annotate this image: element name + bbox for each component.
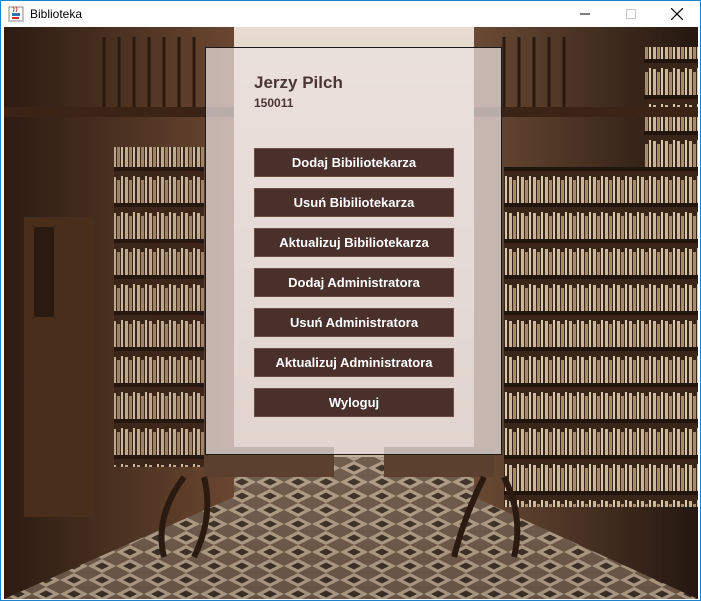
minimize-icon (580, 13, 590, 15)
update-administrator-button[interactable]: Aktualizuj Administratora (254, 348, 454, 377)
close-button[interactable] (654, 1, 700, 27)
window-title: Biblioteka (30, 7, 83, 21)
window-controls (562, 1, 700, 27)
title-bar[interactable]: Biblioteka (1, 1, 700, 27)
maximize-icon (626, 9, 636, 19)
content-area: Jerzy Pilch 150011 Dodaj Bibiliotekarza … (4, 27, 698, 599)
maximize-button[interactable] (608, 1, 654, 27)
user-id: 150011 (254, 96, 294, 110)
remove-administrator-button[interactable]: Usuń Administratora (254, 308, 454, 337)
java-cup-icon (8, 6, 24, 22)
logout-button[interactable]: Wyloguj (254, 388, 454, 417)
admin-menu-panel: Jerzy Pilch 150011 Dodaj Bibiliotekarza … (205, 47, 502, 455)
minimize-button[interactable] (562, 1, 608, 27)
update-librarian-button[interactable]: Aktualizuj Bibiliotekarza (254, 228, 454, 257)
app-window: Biblioteka Jerzy Pilch 150011 Dodaj Bibi… (0, 0, 701, 601)
remove-librarian-button[interactable]: Usuń Bibiliotekarza (254, 188, 454, 217)
user-name: Jerzy Pilch (254, 73, 343, 92)
add-librarian-button[interactable]: Dodaj Bibiliotekarza (254, 148, 454, 177)
close-icon (671, 8, 683, 20)
add-administrator-button[interactable]: Dodaj Administratora (254, 268, 454, 297)
